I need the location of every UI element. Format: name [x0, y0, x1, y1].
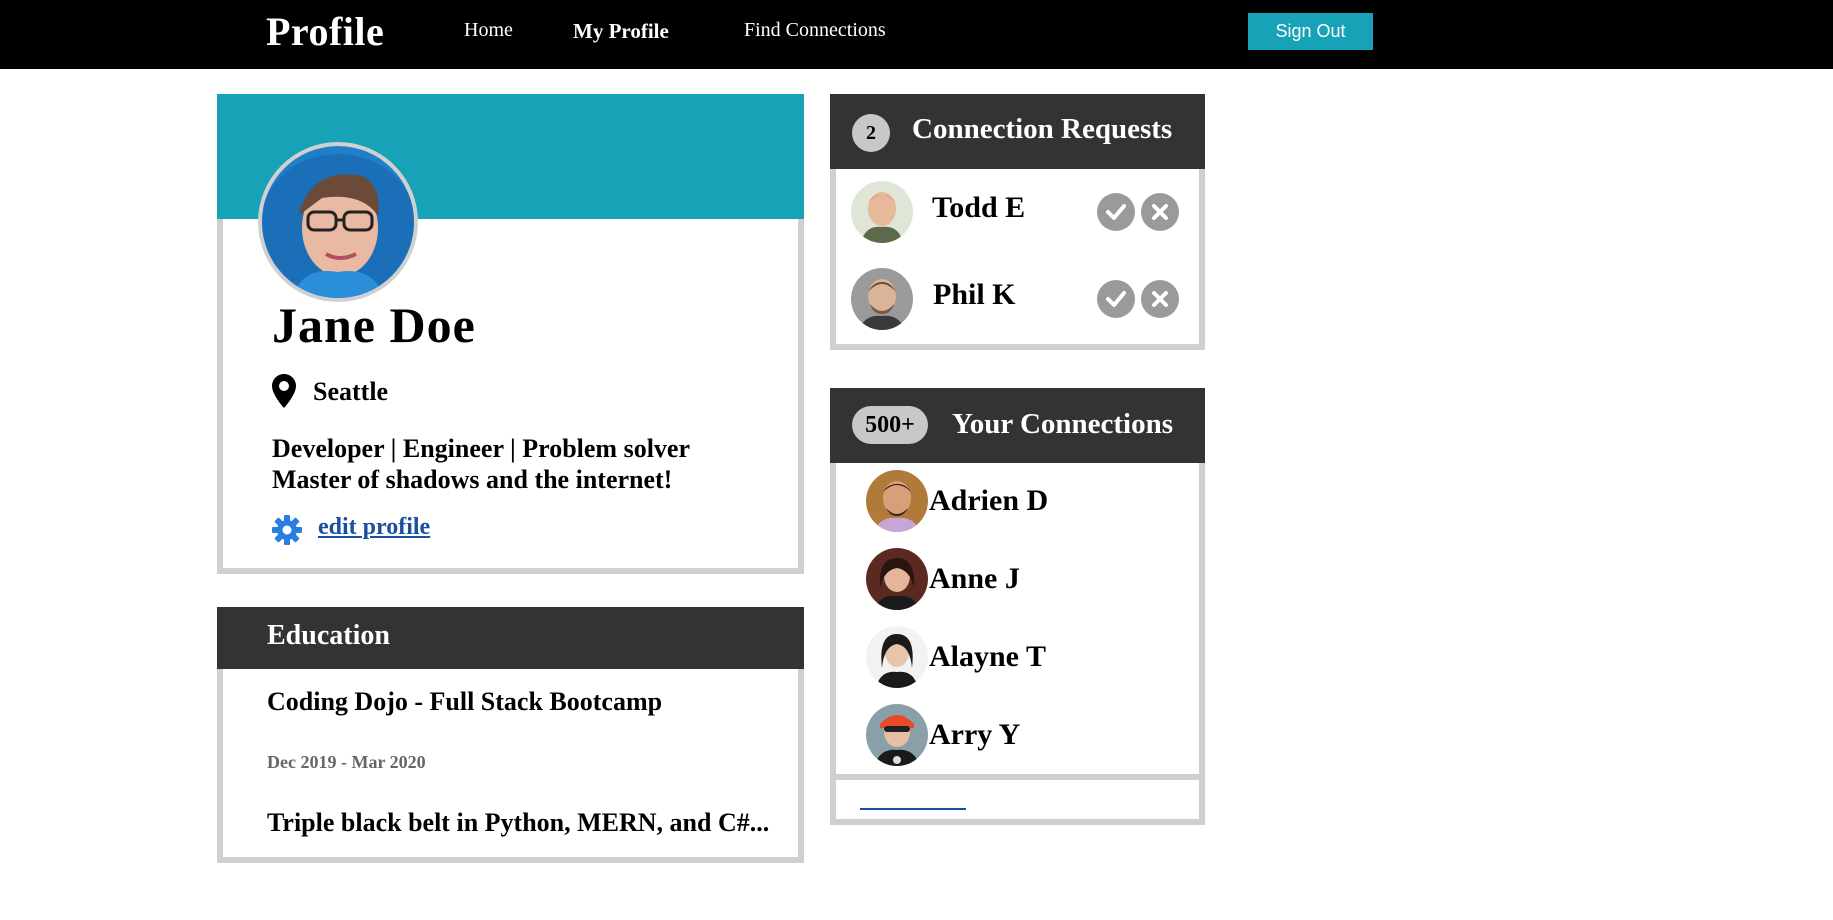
- education-description: Triple black belt in Python, MERN, and C…: [267, 808, 770, 837]
- profile-location: Seattle: [313, 377, 389, 406]
- check-circle-icon[interactable]: [1097, 193, 1135, 231]
- avatar[interactable]: [866, 704, 928, 766]
- see-all-connections-link[interactable]: [860, 808, 966, 810]
- connection-name[interactable]: Alayne T: [929, 640, 1046, 674]
- education-title: Education: [267, 620, 390, 651]
- request-name[interactable]: Phil K: [933, 278, 1016, 312]
- map-pin-icon: [272, 374, 296, 413]
- avatar[interactable]: [866, 470, 928, 532]
- profile-avatar: [258, 142, 418, 302]
- education-dates: Dec 2019 - Mar 2020: [267, 752, 426, 772]
- bio-line-1: Developer | Engineer | Problem solver: [272, 434, 690, 463]
- check-circle-icon[interactable]: [1097, 280, 1135, 318]
- gear-icon[interactable]: [272, 515, 302, 550]
- profile-bio: Developer | Engineer | Problem solver Ma…: [272, 433, 792, 495]
- x-circle-icon[interactable]: [1141, 193, 1179, 231]
- bio-line-2: Master of shadows and the internet!: [272, 465, 673, 494]
- brand-title[interactable]: Profile: [266, 8, 384, 55]
- connection-requests-title: Connection Requests: [912, 113, 1173, 145]
- connections-divider: [836, 774, 1199, 780]
- request-name[interactable]: Todd E: [932, 191, 1025, 225]
- avatar[interactable]: [851, 268, 913, 330]
- profile-name: Jane Doe: [272, 297, 476, 353]
- connection-name[interactable]: Arry Y: [929, 718, 1020, 752]
- connections-count-badge: 500+: [852, 406, 928, 444]
- your-connections-title: Your Connections: [952, 408, 1174, 440]
- education-school: Coding Dojo - Full Stack Bootcamp: [267, 687, 663, 716]
- requests-count-badge: 2: [852, 114, 890, 152]
- top-navbar: Profile Home My Profile Find Connections…: [0, 0, 1833, 69]
- nav-link-find-connections[interactable]: Find Connections: [744, 19, 886, 42]
- avatar[interactable]: [866, 548, 928, 610]
- nav-link-home[interactable]: Home: [464, 19, 513, 42]
- x-circle-icon[interactable]: [1141, 280, 1179, 318]
- avatar[interactable]: [851, 181, 913, 243]
- edit-profile-link[interactable]: edit profile: [318, 514, 430, 541]
- avatar[interactable]: [866, 626, 928, 688]
- connection-name[interactable]: Anne J: [929, 562, 1020, 596]
- nav-link-my-profile[interactable]: My Profile: [573, 19, 669, 44]
- sign-out-button[interactable]: Sign Out: [1248, 13, 1373, 50]
- connection-name[interactable]: Adrien D: [929, 484, 1048, 518]
